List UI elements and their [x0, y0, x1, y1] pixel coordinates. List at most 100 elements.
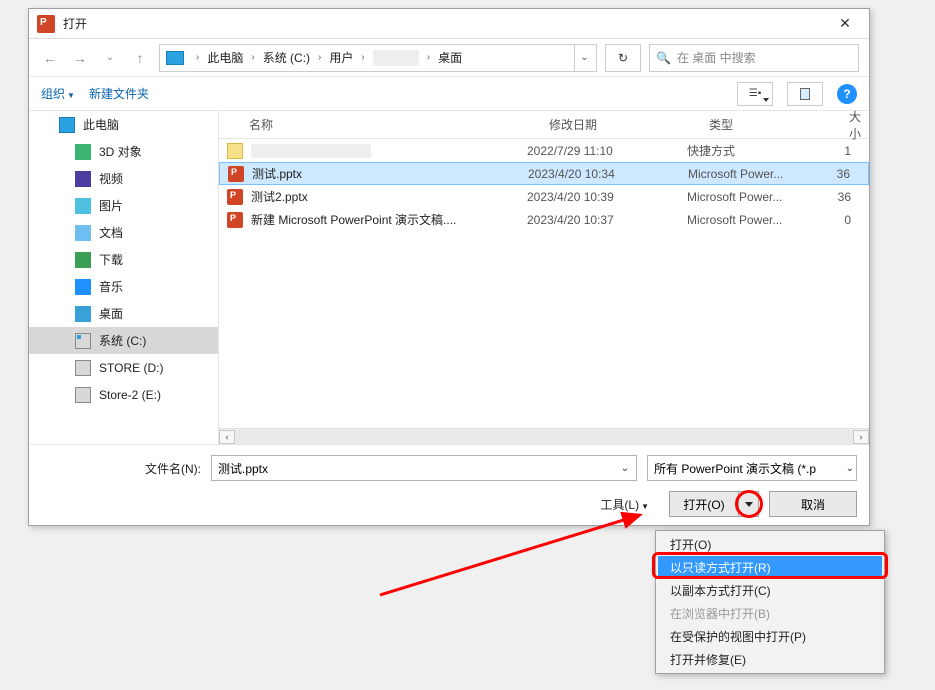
file-row[interactable]: 测试.pptx2023/4/20 10:34Microsoft Power...… — [219, 162, 869, 185]
view-options-button[interactable]: ☰▪ — [737, 82, 773, 106]
sidebar-item-desktop[interactable]: 桌面 — [29, 300, 218, 327]
file-type: Microsoft Power... — [687, 190, 827, 204]
cube-icon — [75, 144, 91, 160]
sidebar-item-label: STORE (D:) — [99, 361, 163, 375]
menu-open-readonly[interactable]: 以只读方式打开(R) — [658, 556, 882, 579]
col-date[interactable]: 修改日期 — [549, 116, 709, 133]
forward-button[interactable]: → — [69, 47, 91, 69]
sidebar-item-downloads[interactable]: 下载 — [29, 246, 218, 273]
sidebar-item-videos[interactable]: 视频 — [29, 165, 218, 192]
menu-open-copy[interactable]: 以副本方式打开(C) — [658, 579, 882, 602]
pc-icon — [166, 51, 184, 65]
file-name-cell: 测试2.pptx — [227, 188, 527, 205]
file-list[interactable]: 2022/7/29 11:10快捷方式1测试.pptx2023/4/20 10:… — [219, 139, 869, 428]
column-headers[interactable]: 名称 修改日期 类型 大小 — [219, 111, 869, 139]
sidebar-item-3dobjects[interactable]: 3D 对象 — [29, 138, 218, 165]
sidebar-item-store-d[interactable]: STORE (D:) — [29, 354, 218, 381]
breadcrumb-dropdown[interactable]: ⌄ — [574, 45, 594, 71]
file-size: 0 — [827, 213, 869, 227]
file-name: 测试2.pptx — [251, 188, 308, 205]
sidebar-item-label: 系统 (C:) — [99, 332, 146, 349]
open-dropdown-button[interactable] — [738, 492, 758, 516]
menu-open[interactable]: 打开(O) — [658, 533, 882, 556]
file-row[interactable]: 2022/7/29 11:10快捷方式1 — [219, 139, 869, 162]
filetype-select[interactable]: 所有 PowerPoint 演示文稿 (*.p ⌄ — [647, 455, 857, 481]
filename-input[interactable]: 测试.pptx ⌄ — [211, 455, 637, 481]
sidebar-item-label: 下载 — [99, 251, 123, 268]
powerpoint-file-icon — [227, 189, 245, 205]
open-dropdown-menu: 打开(O) 以只读方式打开(R) 以副本方式打开(C) 在浏览器中打开(B) 在… — [655, 530, 885, 674]
filename-label: 文件名(N): — [41, 460, 201, 477]
sidebar-item-label: 音乐 — [99, 278, 123, 295]
download-icon — [75, 252, 91, 268]
file-size: 1 — [827, 144, 869, 158]
menu-open-browser: 在浏览器中打开(B) — [658, 602, 882, 625]
open-file-dialog: 打开 ✕ ← → ⌄ ↑ › 此电脑 › 系统 (C:) › 用户 › › 桌面… — [28, 8, 870, 526]
sidebar-item-music[interactable]: 音乐 — [29, 273, 218, 300]
drive-icon — [75, 387, 91, 403]
toolbar: 组织▼ 新建文件夹 ☰▪ ? — [29, 77, 869, 111]
sidebar-item-label: 3D 对象 — [99, 143, 142, 160]
bc-drive[interactable]: 系统 (C:) — [261, 47, 312, 68]
horizontal-scrollbar[interactable]: ‹ › — [219, 428, 869, 444]
scroll-track[interactable] — [235, 430, 853, 444]
sidebar-item-system-c[interactable]: 系统 (C:) — [29, 327, 218, 354]
tools-button[interactable]: 工具(L)▼ — [600, 496, 649, 513]
powerpoint-icon — [37, 15, 55, 33]
search-input[interactable]: 🔍 在 桌面 中搜索 — [649, 44, 859, 72]
up-button[interactable]: ↑ — [129, 47, 151, 69]
open-button[interactable]: 打开(O) — [670, 492, 738, 516]
col-type[interactable]: 类型 — [709, 116, 849, 133]
file-list-area: 名称 修改日期 类型 大小 2022/7/29 11:10快捷方式1测试.ppt… — [219, 111, 869, 444]
file-name: 测试.pptx — [252, 165, 302, 182]
main-content: 此电脑 3D 对象 视频 图片 文档 下载 — [29, 111, 869, 444]
sidebar-item-thispc[interactable]: 此电脑 — [29, 111, 218, 138]
col-size[interactable]: 大小 — [849, 108, 869, 142]
drive-icon — [75, 333, 91, 349]
preview-pane-button[interactable] — [787, 82, 823, 106]
chevron-right-icon: › — [190, 52, 205, 63]
filename-dropdown[interactable]: ⌄ — [616, 456, 634, 480]
drive-icon — [75, 360, 91, 376]
file-date: 2023/4/20 10:37 — [527, 213, 687, 227]
sidebar-item-store2-e[interactable]: Store-2 (E:) — [29, 381, 218, 408]
pc-icon — [59, 117, 75, 133]
sidebar-item-label: 图片 — [99, 197, 123, 214]
menu-open-protected[interactable]: 在受保护的视图中打开(P) — [658, 625, 882, 648]
document-icon — [75, 225, 91, 241]
bc-desktop[interactable]: 桌面 — [436, 47, 464, 68]
file-name-cell — [227, 143, 527, 159]
file-size: 36 — [828, 167, 868, 181]
refresh-button[interactable]: ↻ — [605, 44, 641, 72]
shortcut-icon — [227, 143, 245, 159]
file-row[interactable]: 新建 Microsoft PowerPoint 演示文稿....2023/4/2… — [219, 208, 869, 231]
sidebar: 此电脑 3D 对象 视频 图片 文档 下载 — [29, 111, 219, 444]
dialog-footer: 文件名(N): 测试.pptx ⌄ 所有 PowerPoint 演示文稿 (*.… — [29, 444, 869, 525]
file-row[interactable]: 测试2.pptx2023/4/20 10:39Microsoft Power..… — [219, 185, 869, 208]
back-button[interactable]: ← — [39, 47, 61, 69]
blurred-filename — [251, 144, 371, 158]
file-size: 36 — [827, 190, 869, 204]
breadcrumb[interactable]: › 此电脑 › 系统 (C:) › 用户 › › 桌面 ⌄ — [159, 44, 597, 72]
help-button[interactable]: ? — [837, 84, 857, 104]
scroll-right-button[interactable]: › — [853, 430, 869, 444]
music-icon — [75, 279, 91, 295]
bc-thispc[interactable]: 此电脑 — [205, 47, 245, 68]
scroll-left-button[interactable]: ‹ — [219, 430, 235, 444]
history-dropdown[interactable]: ⌄ — [99, 47, 121, 69]
sidebar-item-pictures[interactable]: 图片 — [29, 192, 218, 219]
sidebar-item-documents[interactable]: 文档 — [29, 219, 218, 246]
picture-icon — [75, 198, 91, 214]
cancel-button[interactable]: 取消 — [769, 491, 857, 517]
organize-button[interactable]: 组织▼ — [41, 85, 75, 102]
newfolder-button[interactable]: 新建文件夹 — [89, 85, 149, 102]
file-name-cell: 测试.pptx — [228, 165, 528, 182]
powerpoint-file-icon — [228, 166, 246, 182]
bc-user-blurred — [373, 50, 419, 66]
bc-users[interactable]: 用户 — [327, 47, 355, 68]
menu-open-repair[interactable]: 打开并修复(E) — [658, 648, 882, 671]
desktop-icon — [75, 306, 91, 322]
col-name[interactable]: 名称 — [249, 116, 549, 133]
close-button[interactable]: ✕ — [827, 13, 863, 35]
filename-value: 测试.pptx — [218, 460, 268, 477]
